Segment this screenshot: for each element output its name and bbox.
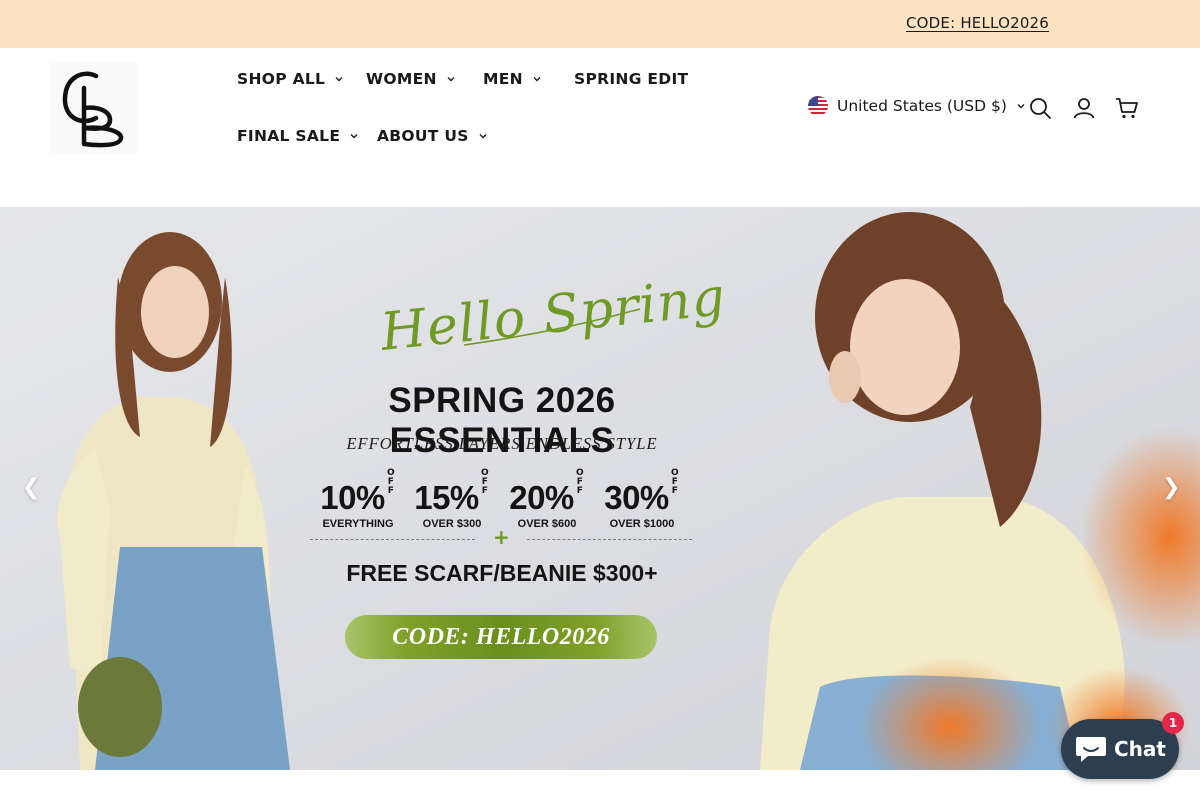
us-flag-icon [808,96,828,116]
country-selector-label: United States (USD $) [837,97,1007,115]
plus-sign: + [493,525,510,549]
search-icon[interactable] [1028,96,1052,120]
hero-gift-offer: FREE SCARF/BEANIE $300+ [346,560,658,586]
chat-bubble-icon [1076,737,1106,762]
site-header: SHOP ALL WOMEN MEN SPRING EDIT FINAL SAL… [0,48,1200,207]
country-selector[interactable]: United States (USD $) [808,96,1025,116]
hero-banner[interactable]: ❮ ❯ Hello Spring SPRING 2026 ESSENTIALS … [0,207,1200,770]
announcement-code-link[interactable]: CODE: HELLO2026 [906,14,1049,32]
hero-tagline: EFFORTLESS LAYERS ENDLESS STYLE [346,434,658,453]
nav-final-sale[interactable]: FINAL SALE [237,127,358,145]
chevron-down-icon [1017,104,1025,109]
promo-code-pill: CODE: HELLO2026 [345,615,657,659]
carousel-next-button[interactable]: ❯ [1162,475,1180,500]
chevron-down-icon [335,77,343,82]
chevron-down-icon [533,77,541,82]
chat-label: Chat [1114,737,1166,761]
nav-shop-all[interactable]: SHOP ALL [237,70,343,88]
nav-women[interactable]: WOMEN [366,70,455,88]
divider [527,539,692,540]
nav-men[interactable]: MEN [483,70,541,88]
chevron-down-icon [350,134,358,139]
nav-spring-edit[interactable]: SPRING EDIT [574,70,688,88]
carousel-prev-button[interactable]: ❮ [22,475,40,500]
offer-tier: 30%OFF OVER $1000 [604,468,679,531]
brand-logo[interactable] [50,62,138,154]
chevron-down-icon [447,77,455,82]
offer-tier: 10%OFF EVERYTHING [320,468,395,531]
swash-decoration [463,308,641,346]
announcement-bar: CODE: HELLO2026 [0,0,1200,48]
offer-tier: 15%OFF OVER $300 [414,468,489,531]
chevron-down-icon [479,134,487,139]
chat-button[interactable]: Chat [1061,719,1179,779]
nav-about-us[interactable]: ABOUT US [377,127,487,145]
offer-tier: 20%OFF OVER $600 [509,468,584,531]
account-icon[interactable] [1072,96,1096,120]
cart-icon[interactable] [1115,96,1139,120]
divider [310,539,475,540]
chat-unread-badge: 1 [1162,712,1184,734]
